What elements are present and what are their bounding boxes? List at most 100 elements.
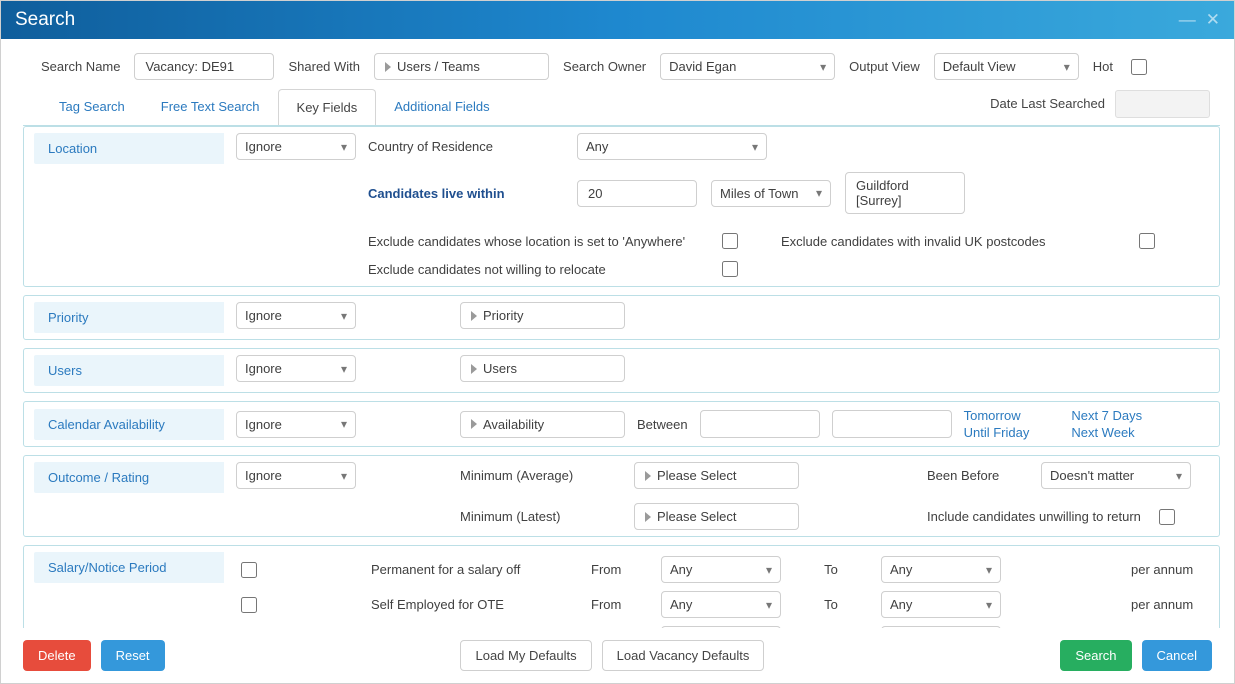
link-tomorrow[interactable]: Tomorrow [964,408,1030,423]
shared-with-label: Shared With [288,59,360,74]
search-name-label: Search Name [41,59,120,74]
tab-key-fields[interactable]: Key Fields [278,89,377,126]
min-avg-select[interactable]: Please Select [634,462,799,489]
priority-label: Priority [34,302,224,333]
chevron-down-icon: ▾ [341,140,347,154]
tab-tag-search[interactable]: Tag Search [41,89,143,124]
chevron-down-icon: ▾ [986,598,992,612]
top-controls-row: Search Name Vacancy: DE91 Shared With Us… [1,39,1234,88]
calendar-label: Calendar Availability [34,409,224,440]
exclude-postcodes-label: Exclude candidates with invalid UK postc… [781,234,1045,249]
window-title: Search [15,9,75,31]
distance-unit-select[interactable]: Miles of Town▾ [711,180,831,207]
chevron-down-icon: ▾ [341,469,347,483]
to-label: To [801,597,861,612]
chevron-down-icon: ▾ [820,60,826,74]
triangle-right-icon [471,311,477,321]
permanent-from-select[interactable]: Any▾ [661,556,781,583]
section-users: Users Ignore▾ Users [23,348,1220,393]
reset-button[interactable]: Reset [101,640,165,671]
town-input[interactable]: Guildford [Surrey] [845,172,965,214]
distance-input[interactable]: 20 [577,180,697,207]
exclude-relocate-checkbox[interactable] [722,261,738,277]
form-scroll-area[interactable]: Location Ignore▾ Country of Residence An… [23,125,1220,628]
search-name-input[interactable]: Vacancy: DE91 [134,53,274,80]
date-last-searched-label: Date Last Searched [990,96,1105,111]
between-label: Between [637,417,688,432]
hot-checkbox[interactable] [1131,59,1147,75]
load-vacancy-defaults-button[interactable]: Load Vacancy Defaults [602,640,765,671]
to-label: To [801,562,861,577]
tab-additional-fields[interactable]: Additional Fields [376,89,507,124]
users-ignore-select[interactable]: Ignore▾ [236,355,356,382]
section-salary: Salary/Notice Period Permanent for a sal… [23,545,1220,628]
between-from-input[interactable] [700,410,820,438]
users-picker[interactable]: Users [460,355,625,382]
between-to-input[interactable] [832,410,952,438]
chevron-down-icon: ▾ [816,186,822,200]
availability-picker[interactable]: Availability [460,411,625,438]
minimize-icon[interactable]: — [1179,10,1196,30]
output-view-label: Output View [849,59,920,74]
link-until-friday[interactable]: Until Friday [964,425,1030,440]
users-label: Users [34,355,224,386]
cancel-button[interactable]: Cancel [1142,640,1212,671]
delete-button[interactable]: Delete [23,640,91,671]
tab-free-text[interactable]: Free Text Search [143,89,278,124]
chevron-down-icon: ▾ [766,563,772,577]
min-latest-select[interactable]: Please Select [634,503,799,530]
exclude-anywhere-label: Exclude candidates whose location is set… [368,234,698,249]
self-employed-label: Self Employed for OTE [371,597,571,612]
triangle-right-icon [645,471,651,481]
exclude-relocate-label: Exclude candidates not willing to reloca… [368,262,698,277]
link-next-7-days[interactable]: Next 7 Days [1071,408,1142,423]
chevron-down-icon: ▾ [341,417,347,431]
min-avg-label: Minimum (Average) [460,468,620,483]
permanent-checkbox[interactable] [241,562,257,578]
outcome-ignore-select[interactable]: Ignore▾ [236,462,356,489]
chevron-down-icon: ▾ [1176,469,1182,483]
from-label: From [591,597,641,612]
location-label: Location [34,133,224,164]
close-icon[interactable]: ✕ [1206,10,1220,30]
titlebar: Search — ✕ [1,1,1234,39]
permanent-to-select[interactable]: Any▾ [881,556,1001,583]
section-outcome: Outcome / Rating Ignore▾ Minimum (Averag… [23,455,1220,537]
load-my-defaults-button[interactable]: Load My Defaults [460,640,591,671]
self-to-select[interactable]: Any▾ [881,591,1001,618]
candidates-live-within-label: Candidates live within [368,186,563,201]
temp-to-select[interactable]: Any▾ [881,626,1001,628]
priority-picker[interactable]: Priority [460,302,625,329]
unwilling-return-checkbox[interactable] [1159,509,1175,525]
location-ignore-select[interactable]: Ignore▾ [236,133,356,160]
exclude-anywhere-checkbox[interactable] [722,233,738,249]
temp-from-select[interactable]: Any▾ [661,626,781,628]
shared-with-picker[interactable]: Users / Teams [374,53,549,80]
tabs-row: Tag Search Free Text Search Key Fields A… [1,88,1234,125]
output-view-select[interactable]: Default View▾ [934,53,1079,80]
self-employed-checkbox[interactable] [241,597,257,613]
search-button[interactable]: Search [1060,640,1131,671]
link-next-week[interactable]: Next Week [1071,425,1142,440]
date-last-searched-value [1115,90,1210,118]
been-before-label: Been Before [927,468,1027,483]
chevron-down-icon: ▾ [341,309,347,323]
section-priority: Priority Ignore▾ Priority [23,295,1220,340]
hot-label: Hot [1093,59,1113,74]
section-calendar: Calendar Availability Ignore▾ Availabili… [23,401,1220,447]
permanent-unit: per annum [1131,562,1220,577]
self-from-select[interactable]: Any▾ [661,591,781,618]
triangle-right-icon [645,512,651,522]
chevron-down-icon: ▾ [986,563,992,577]
exclude-postcodes-checkbox[interactable] [1139,233,1155,249]
section-location: Location Ignore▾ Country of Residence An… [23,126,1220,287]
priority-ignore-select[interactable]: Ignore▾ [236,302,356,329]
permanent-label: Permanent for a salary off [371,562,571,577]
chevron-down-icon: ▾ [1064,60,1070,74]
country-select[interactable]: Any▾ [577,133,767,160]
calendar-ignore-select[interactable]: Ignore▾ [236,411,356,438]
search-owner-select[interactable]: David Egan▾ [660,53,835,80]
been-before-select[interactable]: Doesn't matter▾ [1041,462,1191,489]
search-owner-label: Search Owner [563,59,646,74]
footer: Delete Reset Load My Defaults Load Vacan… [1,628,1234,683]
